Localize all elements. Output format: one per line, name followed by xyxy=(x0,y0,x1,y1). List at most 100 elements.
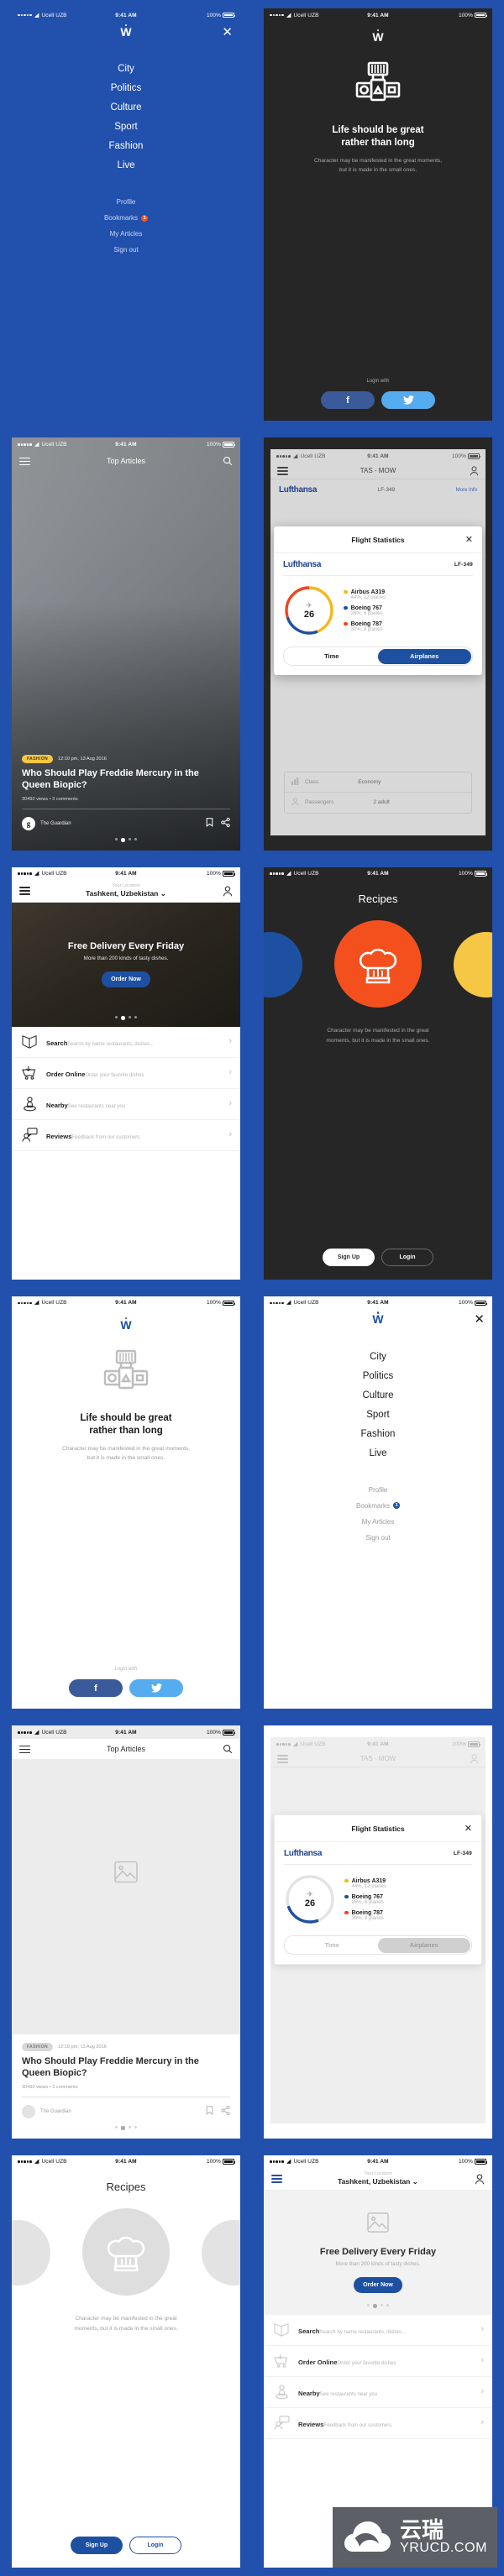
carousel-prev-circle[interactable] xyxy=(12,2219,50,2285)
carousel-next-circle[interactable] xyxy=(202,2219,240,2285)
menu-item-my-articles[interactable]: My Articles xyxy=(104,230,148,238)
book-icon xyxy=(20,1034,39,1049)
more-info-link[interactable]: More Info xyxy=(456,488,477,493)
list-item[interactable]: NearbySee restaurants near you › xyxy=(264,2377,492,2408)
list-item[interactable]: ReviewsFeedback from our customers › xyxy=(264,2408,492,2439)
flight-number: LF-349 xyxy=(453,1851,472,1857)
screen-recipes-light: ◢ Ucell UZB 9:41 AM 100% Recipes Charact… xyxy=(0,2147,252,2576)
source-name: The Guardian xyxy=(40,2109,71,2115)
hamburger-menu-icon[interactable] xyxy=(277,467,288,475)
tab-airplanes[interactable]: Airplanes xyxy=(378,1937,470,1953)
list-item[interactable]: Order OnlineOrder your favorite dishes › xyxy=(12,1058,240,1089)
share-icon[interactable] xyxy=(221,816,230,831)
menu-item-culture[interactable]: Culture xyxy=(361,1390,396,1401)
hamburger-menu-icon[interactable] xyxy=(19,457,30,466)
bookmark-icon[interactable] xyxy=(206,816,213,831)
facebook-login-button[interactable]: f xyxy=(321,391,375,410)
menu-item-politics[interactable]: Politics xyxy=(361,1371,396,1381)
twitter-login-button[interactable] xyxy=(381,391,435,410)
signup-button[interactable]: Sign Up xyxy=(71,2536,123,2554)
signup-button[interactable]: Sign Up xyxy=(323,1248,375,1266)
close-icon[interactable]: ✕ xyxy=(222,26,233,39)
carousel-next-circle[interactable] xyxy=(454,931,492,997)
menu-item-culture[interactable]: Culture xyxy=(109,102,144,113)
twitter-icon xyxy=(402,395,414,405)
list-item[interactable]: Order OnlineOrder your favorite dishes › xyxy=(264,2346,492,2377)
location-selector[interactable]: Your Location Tashkent, Uzbekistan ⌄ xyxy=(264,2171,492,2186)
login-with-label: Login with xyxy=(366,379,390,385)
total-planes-value: 26 xyxy=(304,1898,316,1908)
hamburger-menu-icon[interactable] xyxy=(19,887,30,895)
profile-icon[interactable] xyxy=(223,886,233,897)
tab-time[interactable]: Time xyxy=(286,1938,379,1953)
legend-item: Airbus A319 44%, 12 planes xyxy=(344,589,473,600)
carousel-pager[interactable] xyxy=(22,2126,230,2130)
book-icon xyxy=(272,2322,291,2337)
menu-item-politics[interactable]: Politics xyxy=(109,83,144,93)
login-button[interactable]: Login xyxy=(129,2536,181,2554)
status-bar: ◢ Ucell UZB 9:41 AM 100% xyxy=(12,437,240,451)
menu-item-sign-out[interactable]: Sign out xyxy=(104,246,148,254)
hamburger-menu-icon[interactable] xyxy=(277,1755,288,1763)
menu-item-profile[interactable]: Profile xyxy=(356,1486,400,1494)
carousel-pager[interactable] xyxy=(22,838,230,842)
share-icon[interactable] xyxy=(221,2104,230,2119)
cart-icon xyxy=(20,1065,39,1080)
location-selector[interactable]: Your Location Tashkent, Uzbekistan ⌄ xyxy=(12,883,240,898)
profile-icon[interactable] xyxy=(470,1754,479,1764)
brand-logo-icon: W xyxy=(372,1312,384,1327)
close-icon[interactable]: ✕ xyxy=(465,534,473,545)
route-title: TAS - MOW xyxy=(360,1755,396,1763)
twitter-login-button[interactable] xyxy=(129,1679,183,1698)
menu-item-bookmarks[interactable]: Bookmarks 3 xyxy=(356,1502,400,1510)
article-tag-row: FASHION 12:10 pm, 13 Aug 2016 xyxy=(22,755,230,763)
screen-top-articles-skeleton: ◢ Ucell UZB 9:41 AM 100% Top Articles FA… xyxy=(0,1717,252,2146)
status-bar: ◢ Ucell UZB 9:41 AM 100% xyxy=(12,867,240,881)
carousel-pager[interactable] xyxy=(264,2304,492,2308)
menu-item-city[interactable]: City xyxy=(109,64,144,74)
chevron-right-icon: › xyxy=(480,2417,484,2428)
article-title[interactable]: Who Should Play Freddie Mercury in the Q… xyxy=(22,2055,230,2079)
tab-time[interactable]: Time xyxy=(286,649,379,664)
order-now-button[interactable]: Order Now xyxy=(353,2276,402,2293)
menu-item-live[interactable]: Live xyxy=(361,1448,396,1458)
menu-secondary-list: Profile Bookmarks 3 My Articles Sign out xyxy=(104,198,148,262)
facebook-login-button[interactable]: f xyxy=(69,1679,123,1698)
menu-item-profile[interactable]: Profile xyxy=(104,198,148,206)
carousel-pager[interactable] xyxy=(12,1016,240,1020)
menu-item-bookmarks[interactable]: Bookmarks 3 xyxy=(104,214,148,222)
menu-item-sport[interactable]: Sport xyxy=(361,1410,396,1420)
hamburger-menu-icon[interactable] xyxy=(19,1745,30,1754)
login-button[interactable]: Login xyxy=(381,1248,433,1266)
donut-chart: ✈ 26 xyxy=(283,584,335,636)
tab-airplanes[interactable]: Airplanes xyxy=(378,648,471,664)
hamburger-menu-icon[interactable] xyxy=(271,2175,282,2183)
order-now-button[interactable]: Order Now xyxy=(101,971,150,988)
close-icon[interactable]: ✕ xyxy=(465,1823,472,1834)
bookmark-icon[interactable] xyxy=(206,2104,213,2119)
menu-item-live[interactable]: Live xyxy=(109,160,144,170)
profile-icon[interactable] xyxy=(475,2174,485,2185)
menu-item-city[interactable]: City xyxy=(361,1352,396,1362)
menu-item-sign-out[interactable]: Sign out xyxy=(356,1534,400,1542)
modal-title: Flight Statistics xyxy=(351,1824,405,1833)
menu-item-my-articles[interactable]: My Articles xyxy=(356,1518,400,1526)
battery-percent: 100% xyxy=(206,2159,221,2165)
search-icon[interactable] xyxy=(223,1744,233,1754)
profile-icon[interactable] xyxy=(470,466,479,476)
list-item[interactable]: ReviewsFeedback from our customers › xyxy=(12,1120,240,1151)
menu-item-sport[interactable]: Sport xyxy=(109,122,144,132)
menu-item-fashion[interactable]: Fashion xyxy=(361,1429,396,1439)
list-item[interactable]: SearchSearch by name restaurants, dishes… xyxy=(12,1027,240,1058)
battery-percent: 100% xyxy=(206,12,221,18)
search-icon[interactable] xyxy=(223,456,233,466)
close-icon[interactable]: ✕ xyxy=(474,1313,485,1326)
article-title[interactable]: Who Should Play Freddie Mercury in the Q… xyxy=(22,767,230,791)
menu-item-fashion[interactable]: Fashion xyxy=(109,141,144,151)
list-item[interactable]: SearchSearch by name restaurants, dishes… xyxy=(264,2315,492,2346)
list-item[interactable]: NearbySee restaurants near you › xyxy=(12,1089,240,1120)
status-bar: ◢ Ucell UZB 9:41 AM 100% xyxy=(264,2155,492,2169)
carousel-prev-circle[interactable] xyxy=(264,931,302,997)
chart-mode-tabs: Time Airplanes xyxy=(284,1935,472,1955)
onboarding-headline: Life should be great rather than long xyxy=(332,124,424,148)
